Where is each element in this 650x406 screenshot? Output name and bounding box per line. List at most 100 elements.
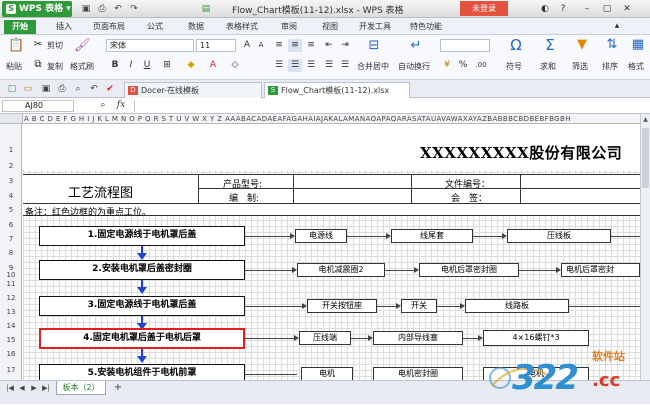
align-left-icon[interactable]: ☰ (272, 59, 286, 72)
tab-docer[interactable]: D Docer-在线模板 (124, 82, 262, 98)
next-sheet-icon[interactable]: ▶ (28, 382, 40, 394)
check-icon[interactable]: ✔ (104, 83, 116, 95)
material-box[interactable]: 压线板 (507, 229, 611, 243)
fill-color-icon[interactable]: ◆ (184, 59, 198, 72)
material-box[interactable]: 开关 (401, 299, 437, 313)
material-box[interactable]: 压线端 (299, 331, 351, 345)
add-sheet-icon[interactable]: + (112, 382, 124, 394)
align-middle-icon[interactable]: ≡ (288, 39, 302, 52)
material-box[interactable]: 电机 (301, 367, 353, 380)
filter-button[interactable]: 筛选 (572, 61, 588, 72)
sort-button[interactable]: 排序 (602, 61, 618, 72)
number-format-select[interactable] (440, 39, 490, 52)
step-box[interactable]: 5.安装电机组件于电机前罩 (39, 364, 245, 380)
filter-icon[interactable]: ▼ (574, 38, 590, 52)
menu-formula[interactable]: 公式 (147, 20, 163, 34)
column-header[interactable]: A B C D E F G H I J K L M N O P Q R S T … (0, 114, 640, 124)
underline-icon[interactable]: U (140, 59, 154, 72)
copy-icon[interactable]: ⧉ (30, 58, 46, 72)
menu-table-style[interactable]: 表格样式 (226, 20, 258, 34)
material-box[interactable]: 电机密封圈 (373, 367, 463, 380)
indent-increase-icon[interactable]: ⇥ (338, 39, 352, 52)
material-box[interactable]: 线尾套 (391, 229, 473, 243)
font-color-icon[interactable]: A (206, 59, 220, 72)
redo-icon[interactable]: ↷ (128, 3, 140, 15)
sum-button[interactable]: 求和 (540, 61, 556, 72)
percent-icon[interactable]: % (456, 59, 470, 72)
cell-name-box[interactable]: AJ80 (2, 100, 74, 112)
new-doc-icon[interactable]: ▢ (6, 83, 18, 95)
distribute-icon[interactable]: ☰ (338, 59, 352, 72)
font-size-select[interactable]: 11 (196, 39, 236, 52)
save-doc-icon[interactable]: ▣ (40, 83, 52, 95)
menu-developer[interactable]: 开发工具 (359, 20, 391, 34)
sheet-grid[interactable]: XXXXXXXXX股份有限公司 工艺流程图 产品型号: 文件编号： 编 制: 会… (23, 124, 640, 380)
app-menu-button[interactable]: S WPS 表格 ▾ (2, 1, 72, 17)
skin-icon[interactable]: ◐ (538, 2, 552, 16)
row-header[interactable]: 1 2 3 4 5 6 7 8 9 10 11 12 13 14 15 16 1… (0, 124, 22, 380)
justify-icon[interactable]: ☰ (322, 59, 336, 72)
select-all-corner[interactable] (0, 114, 23, 124)
scroll-thumb[interactable] (642, 128, 649, 188)
material-box[interactable]: 电机后罩密封圈 (419, 263, 519, 277)
formula-input[interactable] (134, 100, 640, 112)
border-icon[interactable]: ⊞ (160, 59, 174, 72)
currency-icon[interactable]: ¥ (440, 59, 454, 72)
merge-center-icon[interactable]: ⊟ (366, 39, 382, 53)
step-box[interactable]: 1.固定电源线于电机罩后盖 (39, 226, 245, 246)
login-button[interactable]: 未登录 (460, 1, 508, 16)
menu-start[interactable]: 开始 (4, 20, 36, 34)
cut-button[interactable]: 剪切 (47, 40, 63, 51)
preview-icon[interactable]: ⌕ (72, 83, 84, 95)
symbol-icon[interactable]: Ω (508, 38, 524, 53)
italic-icon[interactable]: I (124, 59, 138, 72)
first-sheet-icon[interactable]: |◀ (4, 382, 16, 394)
menu-page-layout[interactable]: 页面布局 (93, 20, 125, 34)
format-button[interactable]: 格式 (628, 61, 644, 72)
prev-sheet-icon[interactable]: ◀ (16, 382, 28, 394)
align-top-icon[interactable]: ≡ (272, 39, 286, 52)
print-doc-icon[interactable]: ⎙ (56, 83, 68, 95)
collapse-ribbon-icon[interactable]: ▴ (610, 19, 624, 33)
zoom-search-icon[interactable]: ⌕ (96, 99, 110, 112)
font-grow-icon[interactable]: A (240, 39, 254, 52)
minimize-icon[interactable]: – (580, 2, 594, 16)
align-right-icon[interactable]: ☰ (304, 59, 318, 72)
wrap-text-icon[interactable]: ↵ (408, 39, 424, 53)
vertical-scrollbar[interactable]: ▲ (640, 114, 650, 380)
format-painter-icon[interactable]: 🖌 (74, 39, 91, 53)
step-box[interactable]: 2.安装电机罩后盖密封圈 (39, 260, 245, 280)
sheet-tab-active[interactable]: 板本（2） (56, 381, 106, 395)
step-box[interactable]: 3.固定电源线于电机罩后盖 (39, 296, 245, 316)
symbol-button[interactable]: 符号 (506, 61, 522, 72)
print-icon[interactable]: ⎙ (96, 3, 108, 15)
material-box[interactable]: 开关按钮座 (307, 299, 377, 313)
align-center-icon[interactable]: ☰ (288, 59, 302, 72)
step-box-key[interactable]: 4.固定电机罩后盖于电机后罩 (39, 328, 245, 349)
wrap-text-button[interactable]: 自动换行 (398, 61, 430, 72)
sort-icon[interactable]: ⇅ (604, 38, 620, 52)
tab-flow-chart[interactable]: S Flow_Chart模板(11-12).xlsx (264, 82, 410, 98)
material-box[interactable]: 电源线 (295, 229, 347, 243)
cut-icon[interactable]: ✂ (30, 38, 46, 52)
paste-button[interactable]: 粘贴 (6, 61, 22, 72)
format-icon[interactable]: ▦ (630, 38, 646, 52)
close-icon[interactable]: ✕ (620, 2, 634, 16)
function-icon[interactable]: fx (114, 99, 128, 112)
copy-button[interactable]: 复制 (47, 61, 63, 72)
merge-center-button[interactable]: 合并居中 (357, 61, 389, 72)
material-box[interactable]: 电机后罩密封 (561, 263, 640, 277)
format-painter-button[interactable]: 格式刷 (70, 61, 94, 72)
last-sheet-icon[interactable]: ▶| (40, 382, 52, 394)
menu-view[interactable]: 视图 (322, 20, 338, 34)
menu-special[interactable]: 特色功能 (410, 20, 442, 34)
open-folder-icon[interactable]: ▭ (22, 83, 34, 95)
font-shrink-icon[interactable]: A (254, 39, 268, 52)
save-icon[interactable]: ▣ (80, 3, 92, 15)
font-name-select[interactable]: 宋体 (106, 39, 194, 52)
undo-doc-icon[interactable]: ↶ (88, 83, 100, 95)
paste-icon[interactable]: 📋 (8, 39, 24, 53)
material-box[interactable]: 电机减震圈2 (297, 263, 385, 277)
undo-icon[interactable]: ↶ (112, 3, 124, 15)
material-box[interactable]: 内部导线塞 (373, 331, 463, 345)
